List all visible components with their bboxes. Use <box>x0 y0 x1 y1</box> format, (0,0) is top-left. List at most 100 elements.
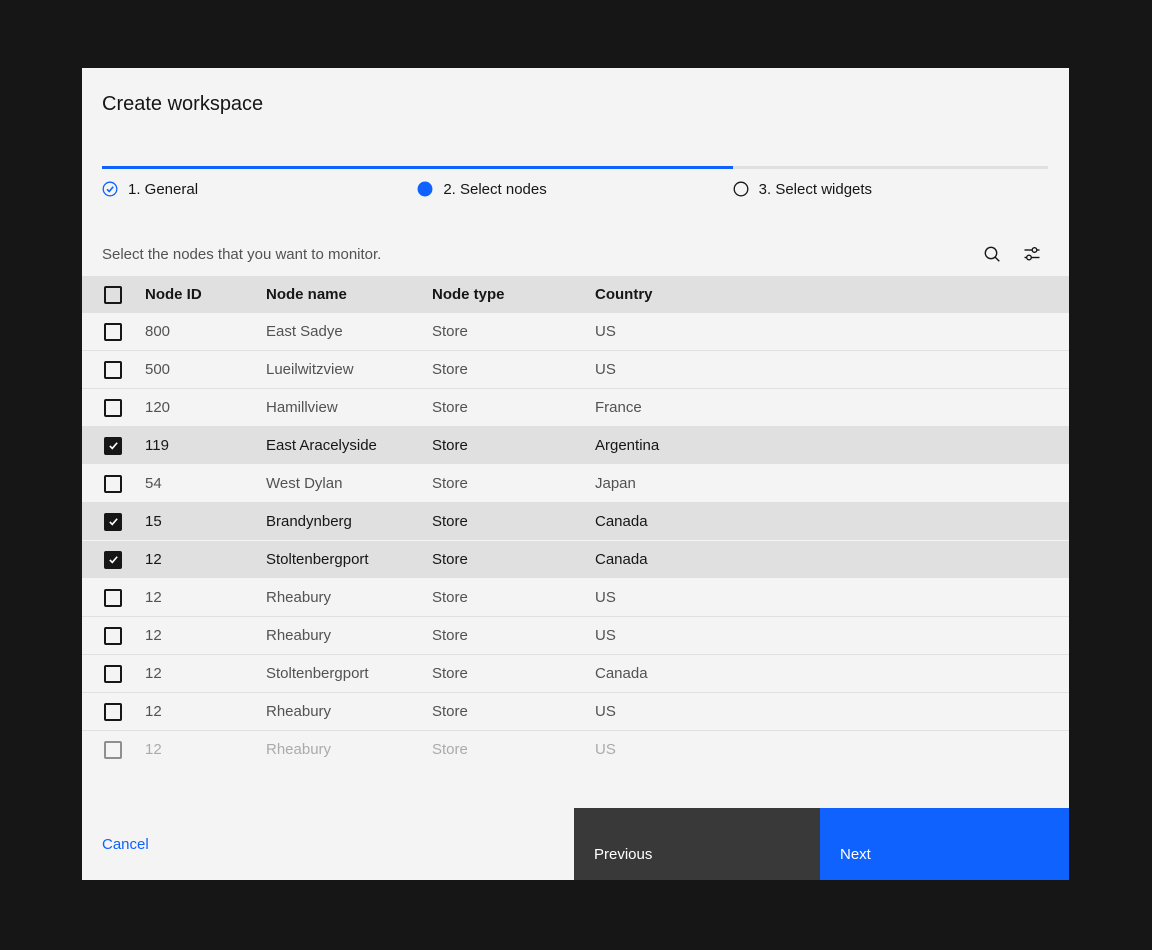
checkmark-icon <box>107 553 120 566</box>
table-description: Select the nodes that you want to monito… <box>102 246 972 263</box>
checkmark-icon <box>107 515 120 528</box>
footer-spacer <box>149 808 574 880</box>
row-checkbox[interactable] <box>104 551 122 569</box>
cell-country: Japan <box>595 475 1069 492</box>
table-row: 800 East Sadye Store US <box>82 313 1069 351</box>
row-checkbox[interactable] <box>104 589 122 607</box>
cell-node-name: East Aracelyside <box>266 437 432 454</box>
table-toolbar: Select the nodes that you want to monito… <box>82 232 1069 276</box>
checkmark-icon <box>107 439 120 452</box>
table-row: 12 Rheabury Store US <box>82 731 1069 760</box>
cell-node-type: Store <box>432 399 595 416</box>
cell-node-id: 800 <box>145 323 266 340</box>
table-header-row: Node ID Node name Node type Country <box>82 276 1069 313</box>
progress-step-label: 2. Select nodes <box>443 181 546 198</box>
column-header-node-type[interactable]: Node type <box>432 286 595 303</box>
cell-node-type: Store <box>432 703 595 720</box>
row-checkbox[interactable] <box>104 399 122 417</box>
column-header-node-id[interactable]: Node ID <box>145 286 266 303</box>
cell-country: US <box>595 361 1069 378</box>
cell-node-type: Store <box>432 551 595 568</box>
cell-node-name: West Dylan <box>266 475 432 492</box>
cell-node-id: 12 <box>145 589 266 606</box>
cell-country: US <box>595 323 1069 340</box>
table-row: 12 Stoltenbergport Store Canada <box>82 541 1069 579</box>
cell-node-name: Rheabury <box>266 627 432 644</box>
cell-node-type: Store <box>432 513 595 530</box>
row-checkbox[interactable] <box>104 627 122 645</box>
settings-button[interactable] <box>1012 234 1052 274</box>
row-checkbox[interactable] <box>104 437 122 455</box>
empty-circle-icon <box>733 181 749 197</box>
cell-node-name: Stoltenbergport <box>266 665 432 682</box>
cell-node-name: Lueilwitzview <box>266 361 432 378</box>
row-checkbox[interactable] <box>104 703 122 721</box>
filled-circle-icon <box>417 181 433 197</box>
settings-adjust-icon <box>1022 244 1042 264</box>
cell-node-id: 15 <box>145 513 266 530</box>
cell-node-name: Rheabury <box>266 589 432 606</box>
search-button[interactable] <box>972 234 1012 274</box>
select-all-checkbox[interactable] <box>104 286 122 304</box>
cell-country: US <box>595 589 1069 606</box>
create-workspace-modal: Create workspace 1. General 2. Select no… <box>82 68 1069 880</box>
row-checkbox[interactable] <box>104 323 122 341</box>
cell-node-name: East Sadye <box>266 323 432 340</box>
row-checkbox[interactable] <box>104 741 122 759</box>
table-row: 15 Brandynberg Store Canada <box>82 503 1069 541</box>
progress-step-general[interactable]: 1. General <box>102 166 417 198</box>
row-checkbox[interactable] <box>104 513 122 531</box>
cell-node-name: Rheabury <box>266 703 432 720</box>
next-button[interactable]: Next <box>820 808 1069 880</box>
cell-node-id: 12 <box>145 551 266 568</box>
cell-node-id: 119 <box>145 437 266 454</box>
column-header-country[interactable]: Country <box>595 286 1069 303</box>
cell-node-name: Stoltenbergport <box>266 551 432 568</box>
row-checkbox[interactable] <box>104 361 122 379</box>
cell-node-type: Store <box>432 665 595 682</box>
cell-country: Argentina <box>595 437 1069 454</box>
page-title: Create workspace <box>82 68 1069 117</box>
table-row: 120 Hamillview Store France <box>82 389 1069 427</box>
table-row: 119 East Aracelyside Store Argentina <box>82 427 1069 465</box>
cell-country: US <box>595 703 1069 720</box>
cell-country: Canada <box>595 551 1069 568</box>
cell-node-name: Brandynberg <box>266 513 432 530</box>
previous-button[interactable]: Previous <box>574 808 820 880</box>
progress-step-select-nodes[interactable]: 2. Select nodes <box>417 166 732 198</box>
cell-node-id: 12 <box>145 741 266 758</box>
cell-country: US <box>595 741 1069 758</box>
progress-indicator: 1. General 2. Select nodes 3. Select wid… <box>102 166 1048 198</box>
cell-node-type: Store <box>432 627 595 644</box>
progress-step-select-widgets[interactable]: 3. Select widgets <box>733 166 1048 198</box>
row-checkbox[interactable] <box>104 665 122 683</box>
cell-node-type: Store <box>432 741 595 758</box>
progress-step-label: 3. Select widgets <box>759 181 872 198</box>
table-row: 12 Stoltenbergport Store Canada <box>82 655 1069 693</box>
table-row: 12 Rheabury Store US <box>82 579 1069 617</box>
cell-node-type: Store <box>432 361 595 378</box>
cell-country: Canada <box>595 665 1069 682</box>
row-checkbox[interactable] <box>104 475 122 493</box>
cell-country: US <box>595 627 1069 644</box>
cell-node-name: Rheabury <box>266 741 432 758</box>
cell-node-type: Store <box>432 589 595 606</box>
table-row: 12 Rheabury Store US <box>82 617 1069 655</box>
cell-node-id: 54 <box>145 475 266 492</box>
cell-node-name: Hamillview <box>266 399 432 416</box>
cell-node-id: 12 <box>145 627 266 644</box>
cell-node-type: Store <box>432 475 595 492</box>
progress-step-label: 1. General <box>128 181 198 198</box>
nodes-table: Node ID Node name Node type Country 800 … <box>82 276 1069 760</box>
modal-footer: Cancel Previous Next <box>82 808 1069 880</box>
cell-country: Canada <box>595 513 1069 530</box>
cell-node-type: Store <box>432 323 595 340</box>
cell-node-id: 120 <box>145 399 266 416</box>
cell-node-id: 500 <box>145 361 266 378</box>
search-icon <box>982 244 1002 264</box>
checkmark-circle-icon <box>102 181 118 197</box>
column-header-node-name[interactable]: Node name <box>266 286 432 303</box>
cell-node-type: Store <box>432 437 595 454</box>
cancel-button[interactable]: Cancel <box>102 836 149 853</box>
table-row: 500 Lueilwitzview Store US <box>82 351 1069 389</box>
